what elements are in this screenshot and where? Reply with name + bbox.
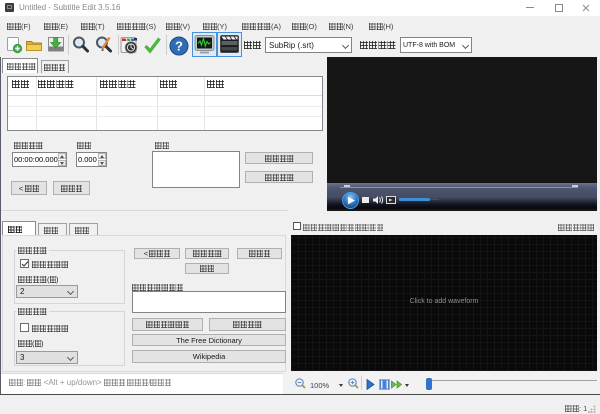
svg-text:?: ?: [175, 39, 183, 54]
